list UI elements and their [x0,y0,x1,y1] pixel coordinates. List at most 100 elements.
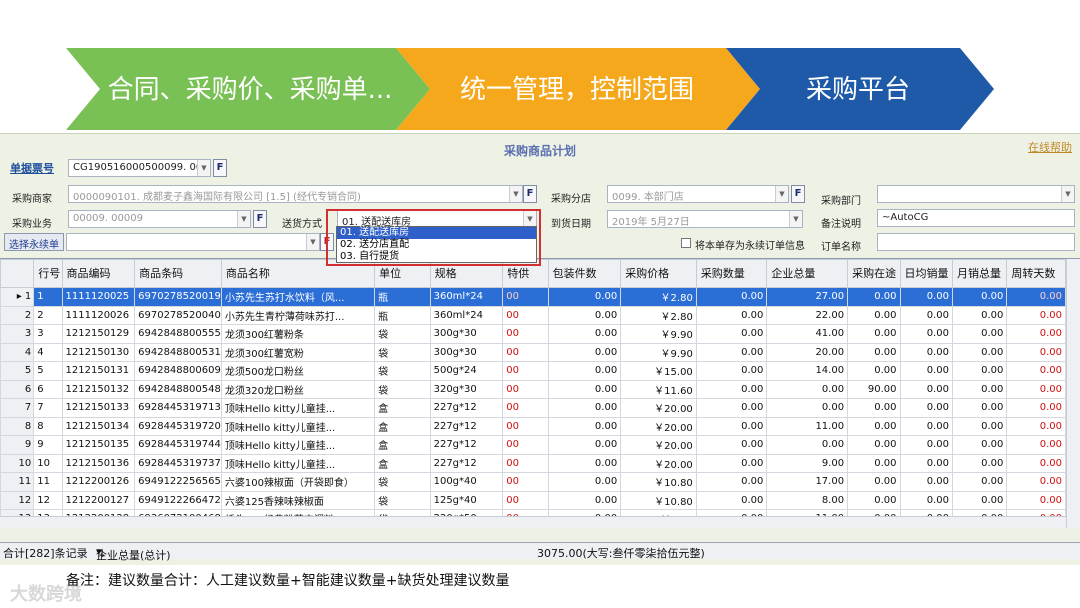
help-link[interactable]: 在线帮助 [1028,139,1072,155]
col-header[interactable]: 企业总量 [766,259,849,288]
table-cell[interactable]: ￥20.00 [620,416,697,436]
row-indicator[interactable]: 12 [0,490,35,510]
table-cell[interactable]: 0.00 [547,305,622,325]
table-cell[interactable]: 1212200126 [61,472,136,492]
table-cell[interactable]: 0.00 [547,361,622,381]
table-cell[interactable]: ￥10.80 [620,472,697,492]
chevron-down-icon[interactable]: ▼ [237,211,250,227]
table-cell[interactable]: 90.00 [847,379,901,399]
table-cell[interactable]: 6942848800609 [134,361,222,381]
table-cell[interactable]: 6928445319720 [134,416,222,436]
table-cell[interactable]: 3 [33,324,63,344]
table-cell[interactable]: 盒 [374,398,431,418]
table-cell[interactable]: 瓶 [374,305,431,325]
table-cell[interactable]: 0.00 [899,490,953,510]
table-cell[interactable]: 0.00 [847,361,901,381]
table-cell[interactable]: 袋 [374,324,431,344]
table-cell[interactable]: 盒 [374,453,431,473]
table-cell[interactable]: 0.00 [951,453,1008,473]
chevron-down-icon[interactable]: ▼ [1061,186,1074,202]
table-cell[interactable]: 0.00 [951,305,1008,325]
table-cell[interactable]: 4 [33,342,63,362]
table-cell[interactable]: 00 [502,379,549,399]
table-cell[interactable]: 0.00 [1006,287,1066,307]
table-cell[interactable]: 0.00 [951,287,1008,307]
calendar-icon[interactable]: ▼ [789,211,802,227]
table-cell[interactable]: 顶味Hello kitty儿童挂... [220,398,376,418]
table-cell[interactable]: 0.00 [847,490,901,510]
table-cell[interactable]: 龙须300红薯宽粉 [220,342,376,362]
table-cell[interactable]: 0.00 [547,342,622,362]
table-cell[interactable]: 00 [502,305,549,325]
col-header[interactable]: 日均销量 [899,259,953,288]
table-cell[interactable]: 1212150130 [61,342,136,362]
table-cell[interactable]: 1111120026 [61,305,136,325]
table-cell[interactable]: 300g*30 [429,342,504,362]
table-cell[interactable]: 0.00 [547,324,622,344]
staff-field[interactable]: 00009. 00009 ▼ [68,210,251,228]
table-cell[interactable]: 1 [33,287,63,307]
table-cell[interactable]: 0.00 [951,324,1008,344]
table-cell[interactable]: 11 [33,472,63,492]
table-cell[interactable]: 6928445319713 [134,398,222,418]
table-cell[interactable]: 00 [502,342,549,362]
table-cell[interactable]: 0.00 [695,472,768,492]
branch-f-button[interactable]: F [791,185,805,203]
table-cell[interactable]: 6949122256565 [134,472,222,492]
table-cell[interactable]: 6949122266472 [134,490,222,510]
table-row[interactable]: 6 6 1212150132 6942848800548 龙须320龙口粉丝袋 320g*… [0,379,1066,399]
table-cell[interactable]: 6970278520019 [134,287,222,307]
table-cell[interactable]: 227g*12 [429,453,504,473]
table-cell[interactable]: 0.00 [847,342,901,362]
table-cell[interactable]: 0.00 [695,324,768,344]
table-cell[interactable]: 500g*24 [429,361,504,381]
table-cell[interactable]: 320g*30 [429,379,504,399]
table-cell[interactable]: ￥2.80 [620,305,697,325]
table-cell[interactable]: 0.00 [899,361,953,381]
delivery-option[interactable]: 03. 自行提货 [337,251,536,263]
table-cell[interactable]: 100g*40 [429,472,504,492]
table-cell[interactable]: 0.00 [899,342,953,362]
table-cell[interactable]: 1212150135 [61,435,136,455]
table-cell[interactable]: 0.00 [899,435,953,455]
doc-no-field[interactable]: CG190516000500099. 0000 ▼ [68,159,211,177]
table-cell[interactable]: 300g*30 [429,324,504,344]
table-row[interactable]: 3 3 1212150129 6942848800555 龙须300红薯粉条袋 300g*… [0,324,1066,344]
chevron-down-icon[interactable]: ▼ [509,186,522,202]
col-header[interactable]: 采购数量 [695,259,768,288]
row-indicator[interactable]: 11 [0,472,35,492]
dept-field[interactable]: ▼ [877,185,1075,203]
table-row[interactable]: 11 11 1212200126 6949122256565 六婆100辣椒面（开袋即食… [0,472,1066,492]
table-cell[interactable]: 0.00 [951,342,1008,362]
table-cell[interactable]: 14.00 [766,361,849,381]
table-cell[interactable]: 0.00 [547,416,622,436]
delivery-option[interactable]: 02. 送分店直配 [337,239,536,251]
table-cell[interactable]: ￥20.00 [620,398,697,418]
table-cell[interactable]: 0.00 [951,472,1008,492]
row-indicator[interactable]: 9 [0,435,35,455]
table-cell[interactable]: 00 [502,435,549,455]
row-indicator[interactable]: 8 [0,416,35,436]
table-cell[interactable]: 0.00 [695,342,768,362]
table-cell[interactable]: 0.00 [766,398,849,418]
table-cell[interactable]: 0.00 [899,287,953,307]
table-row[interactable]: 10 10 1212150136 6928445319737 顶味Hello kitty… [0,453,1066,473]
supplier-f-button[interactable]: F [523,185,537,203]
table-cell[interactable]: 0.00 [847,287,901,307]
table-cell[interactable]: 0.00 [951,379,1008,399]
row-indicator[interactable]: 5 [0,361,35,381]
table-cell[interactable]: 龙须300红薯粉条 [220,324,376,344]
table-cell[interactable]: 00 [502,490,549,510]
table-cell[interactable]: 20.00 [766,342,849,362]
table-cell[interactable]: 0.00 [1006,361,1066,381]
chevron-down-icon[interactable]: ▼ [775,186,788,202]
table-cell[interactable]: 360ml*24 [429,305,504,325]
table-cell[interactable]: 1111120025 [61,287,136,307]
table-cell[interactable]: 0.00 [695,453,768,473]
table-cell[interactable]: 0.00 [847,472,901,492]
table-cell[interactable]: 6928445319737 [134,453,222,473]
table-cell[interactable]: 00 [502,361,549,381]
row-indicator[interactable]: 10 [0,453,35,473]
table-cell[interactable]: 0.00 [695,398,768,418]
table-cell[interactable]: 袋 [374,342,431,362]
